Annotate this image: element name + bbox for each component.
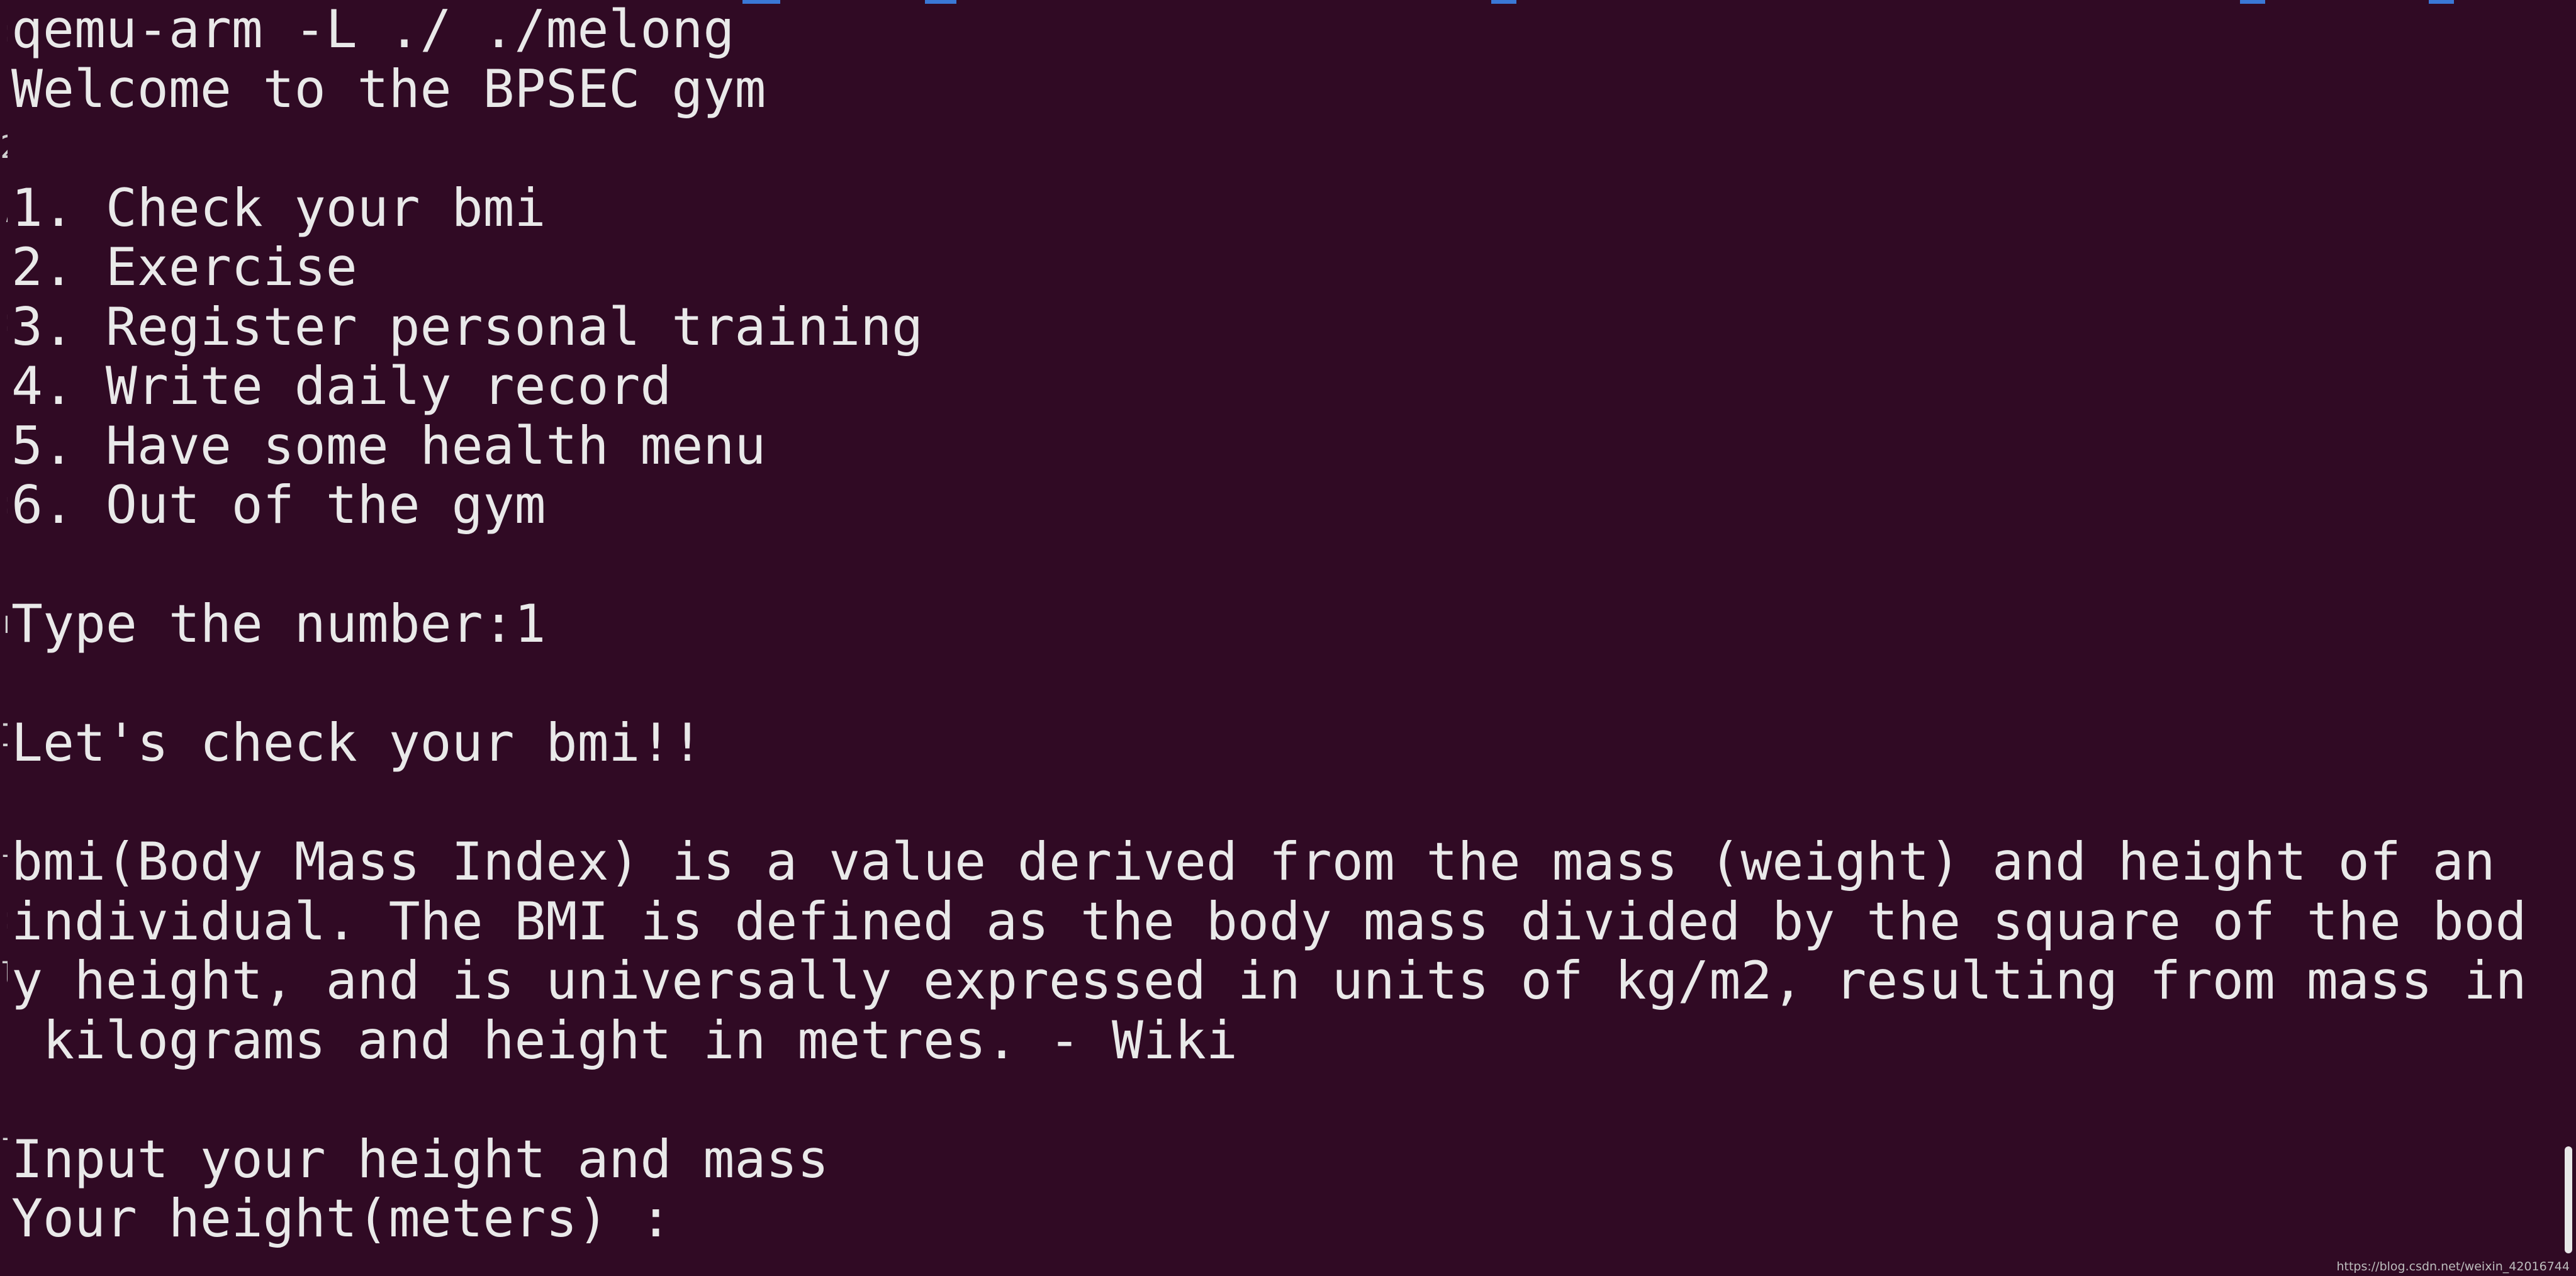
left-edge-artifacts: : | 2 , | : | | : r | I f : l f	[0, 0, 9, 1276]
terminal-line: bmi(Body Mass Index) is a value derived …	[11, 831, 2495, 892]
terminal-line: individual. The BMI is defined as the bo…	[11, 890, 2527, 952]
terminal-line: Your height(meters) :	[11, 1188, 703, 1249]
terminal-window[interactable]: : | 2 , | : | | : r | I f : l f qemu-arm…	[0, 0, 2576, 1276]
watermark: https://blog.csdn.net/weixin_42016744	[2336, 1260, 2570, 1273]
terminal-line: 3. Register personal training	[11, 296, 924, 357]
terminal-scrollbar[interactable]	[2560, 0, 2576, 1276]
terminal-line: Type the number:1	[11, 593, 546, 654]
terminal-line: 4. Write daily record	[11, 355, 672, 417]
terminal-line: y height, and is universally expressed i…	[11, 950, 2527, 1011]
terminal-line: 5. Have some health menu	[11, 415, 766, 476]
terminal-output[interactable]: qemu-arm -L ./ ./melong Welcome to the BP…	[11, 0, 2553, 1249]
terminal-line: 6. Out of the gym	[11, 474, 546, 535]
terminal-line: qemu-arm -L ./ ./melong	[11, 0, 735, 60]
terminal-line: 2. Exercise	[11, 237, 357, 298]
terminal-line: Welcome to the BPSEC gym	[11, 58, 766, 120]
scrollbar-thumb[interactable]	[2565, 1146, 2572, 1253]
terminal-line: Input your height and mass	[11, 1128, 829, 1190]
terminal-line: kilograms and height in metres. - Wiki	[11, 1009, 1238, 1071]
terminal-line: Let's check your bmi!!	[11, 712, 703, 773]
terminal-line: 1. Check your bmi	[11, 177, 546, 238]
